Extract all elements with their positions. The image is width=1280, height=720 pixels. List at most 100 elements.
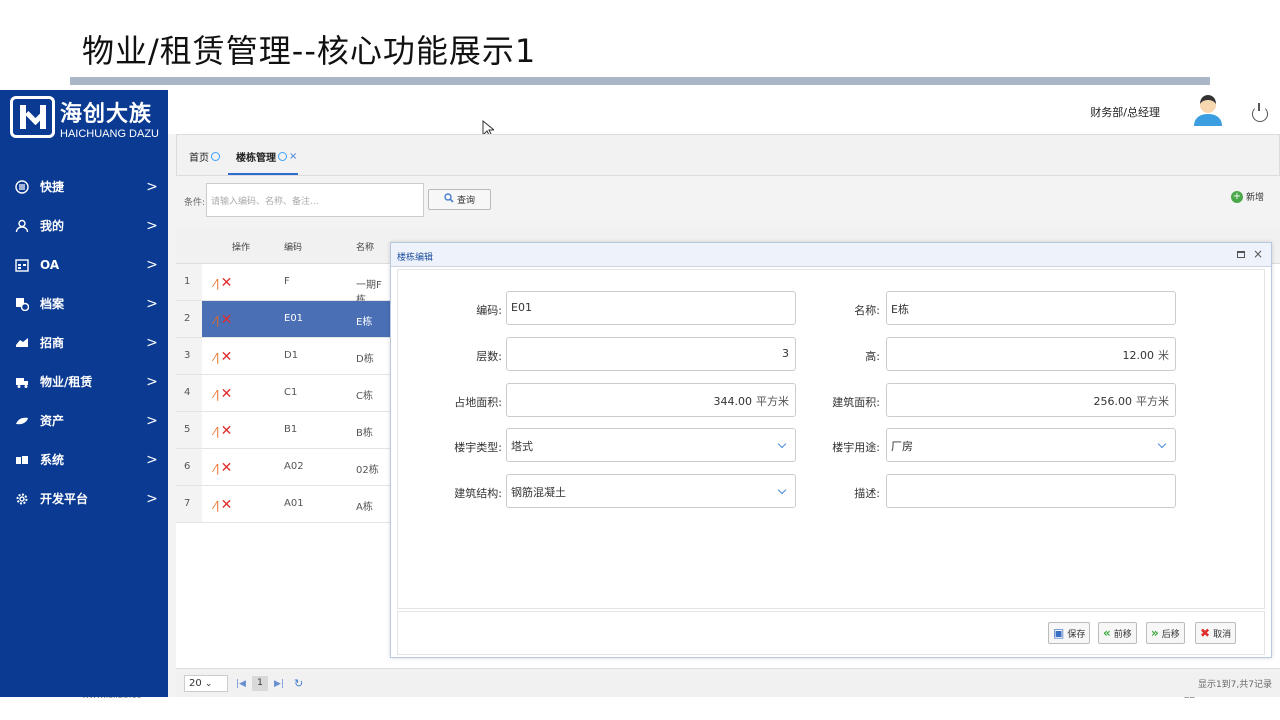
land-area-input[interactable]: 344.00 平方米 <box>506 383 796 417</box>
sidebar-item-property[interactable]: 物业/租赁 > <box>0 362 168 401</box>
sidebar-item-label: 招商 <box>40 336 65 350</box>
next-button-label: 后移 <box>1161 629 1180 640</box>
name-input[interactable]: E栋 <box>886 291 1176 325</box>
sidebar: 海创大族 HAICHUANG DAZU 快捷 > 我的 > OA > 档案 > … <box>0 90 168 697</box>
pager-nav: |◀ 1 ▶| ↻ <box>236 676 303 691</box>
column-header-code[interactable]: 编码 <box>284 240 302 253</box>
title-divider <box>70 77 1210 85</box>
edit-pencil-icon[interactable]: ⁄ <box>214 351 216 364</box>
table-row[interactable]: 7 ⁄|✕ A01 A栋 <box>176 486 391 523</box>
table-row[interactable]: 4 ⁄|✕ C1 C栋 <box>176 375 391 412</box>
sidebar-item-assets[interactable]: 资产 > <box>0 401 168 440</box>
search-input[interactable]: 请输入编码、名称、备注... <box>206 183 424 217</box>
edit-pencil-icon[interactable]: ⁄ <box>214 314 216 327</box>
tab-label: 首页 <box>189 153 209 164</box>
chevron-right-icon: > <box>146 217 158 234</box>
tab-home[interactable]: 首页 <box>189 149 220 164</box>
cancel-button[interactable]: ✖ 取消 <box>1195 622 1237 644</box>
structure-select[interactable]: 钢筋混凝土 <box>506 474 796 508</box>
sidebar-item-archive[interactable]: 档案 > <box>0 284 168 323</box>
row-code: B1 <box>284 424 298 435</box>
edit-pencil-icon[interactable]: ⁄ <box>214 425 216 438</box>
add-button[interactable]: + 新增 <box>1230 190 1264 203</box>
condition-label: 条件: <box>184 198 206 208</box>
refresh-icon[interactable]: ↻ <box>294 677 303 690</box>
user-icon <box>14 218 30 234</box>
first-page-icon[interactable]: |◀ <box>236 679 246 689</box>
chevron-right-icon: > <box>146 256 158 273</box>
row-number: 6 <box>176 449 202 485</box>
gear-icon <box>14 491 30 507</box>
page-size-value: 20 <box>189 678 202 689</box>
delete-x-icon[interactable]: ✕ <box>221 423 233 439</box>
edit-pencil-icon[interactable]: ⁄ <box>214 277 216 290</box>
sidebar-item-system[interactable]: 系统 > <box>0 440 168 479</box>
edit-pencil-icon[interactable]: ⁄ <box>214 499 216 512</box>
chevron-right-icon: > <box>146 412 158 429</box>
delete-x-icon[interactable]: ✕ <box>221 312 233 328</box>
sidebar-item-investment[interactable]: 招商 > <box>0 323 168 362</box>
sidebar-item-quick[interactable]: 快捷 > <box>0 167 168 206</box>
delete-x-icon[interactable]: ✕ <box>221 349 233 365</box>
build-area-unit: 平方米 <box>1136 395 1169 408</box>
table-row[interactable]: 6 ⁄|✕ A02 02栋 <box>176 449 391 486</box>
floors-input[interactable]: 3 <box>506 337 796 371</box>
tab-building-management[interactable]: 楼栋管理 × <box>236 149 297 164</box>
building-type-select[interactable]: 塔式 <box>506 428 796 462</box>
last-page-icon[interactable]: ▶| <box>274 679 284 689</box>
height-input[interactable]: 12.00 米 <box>886 337 1176 371</box>
refresh-circle-icon[interactable] <box>211 152 220 161</box>
save-button[interactable]: ▣ 保存 <box>1048 622 1091 644</box>
table-row[interactable]: 1 ⁄|✕ F 一期F栋 <box>176 264 391 306</box>
brand-name-cn: 海创大族 <box>60 102 153 127</box>
power-icon[interactable] <box>1252 103 1268 122</box>
edit-pencil-icon[interactable]: ⁄ <box>214 388 216 401</box>
code-input[interactable]: E01 <box>506 291 796 325</box>
edit-pencil-icon[interactable]: ⁄ <box>214 462 216 475</box>
sidebar-item-mine[interactable]: 我的 > <box>0 206 168 245</box>
close-icon[interactable]: × <box>1253 247 1263 261</box>
chevron-right-icon: > <box>146 334 158 351</box>
height-label: 高: <box>865 350 880 363</box>
sidebar-item-dev-platform[interactable]: 开发平台 > <box>0 479 168 518</box>
delete-x-icon[interactable]: ✕ <box>221 386 233 402</box>
floors-label: 层数: <box>476 350 502 363</box>
delete-x-icon[interactable]: ✕ <box>221 497 233 513</box>
building-use-select[interactable]: 厂房 <box>886 428 1176 462</box>
delete-x-icon[interactable]: ✕ <box>221 460 233 476</box>
page-size-select[interactable]: 20 ⌄ <box>184 675 228 692</box>
next-button[interactable]: » 后移 <box>1146 622 1185 644</box>
prev-button[interactable]: « 前移 <box>1098 622 1137 644</box>
code-label: 编码: <box>476 304 502 317</box>
dialog-title: 楼栋编辑 <box>397 253 434 263</box>
build-area-input[interactable]: 256.00 平方米 <box>886 383 1176 417</box>
handshake-icon <box>14 335 30 351</box>
maximize-icon[interactable] <box>1237 251 1245 258</box>
delete-x-icon[interactable]: ✕ <box>221 275 233 291</box>
row-code: A01 <box>284 498 304 509</box>
tab-label: 楼栋管理 <box>236 153 276 164</box>
avatar[interactable] <box>1190 92 1226 128</box>
description-input[interactable] <box>886 474 1176 508</box>
query-button[interactable]: 查询 <box>428 189 491 210</box>
chevron-right-icon: > <box>146 295 158 312</box>
pagination-bar: 20 ⌄ |◀ 1 ▶| ↻ 显示1到7,共7记录 <box>176 668 1280 697</box>
asset-icon <box>14 413 30 429</box>
logo-mark-icon <box>10 96 55 138</box>
table-row[interactable]: 5 ⁄|✕ B1 B栋 <box>176 412 391 449</box>
chevron-right-icon: > <box>146 490 158 507</box>
sidebar-item-oa[interactable]: OA > <box>0 245 168 284</box>
chevron-right-icon: > <box>146 373 158 390</box>
dialog-footer: ▣ 保存 « 前移 » 后移 ✖ 取消 <box>397 611 1265 655</box>
current-page[interactable]: 1 <box>251 676 268 691</box>
sidebar-item-label: 快捷 <box>40 180 65 194</box>
description-label: 描述: <box>854 487 880 500</box>
table-row-selected[interactable]: 2 ⁄|✕ E01 E栋 <box>176 301 391 338</box>
close-icon[interactable]: × <box>289 151 297 162</box>
row-name: E栋 <box>356 317 373 328</box>
building-use-label: 楼宇用途: <box>832 441 880 454</box>
refresh-circle-icon[interactable] <box>278 152 287 161</box>
table-row[interactable]: 3 ⁄|✕ D1 D栋 <box>176 338 391 375</box>
column-header-name[interactable]: 名称 <box>356 240 374 253</box>
row-number: 3 <box>176 338 202 374</box>
